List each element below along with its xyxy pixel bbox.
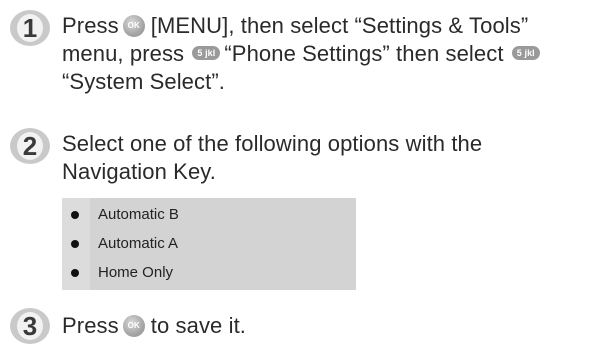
ok-key-label: OK — [127, 21, 140, 30]
ok-key-label: OK — [127, 321, 140, 330]
option-label: Home Only — [98, 264, 174, 281]
step-1-line1-pre: Press — [62, 13, 119, 38]
step-3-text: Press OK to save it. — [62, 312, 583, 340]
step-2-line-1: Select one of the following options with… — [62, 131, 483, 156]
step-badge-3-icon: 3 — [10, 308, 50, 344]
option-automatic-a: Automatic A — [62, 230, 356, 258]
step-2-line-2: Navigation Key. — [62, 159, 216, 184]
step-3: 3 Press OK to save it. — [0, 304, 593, 348]
key-5-label: 5 jkl — [197, 48, 216, 58]
step-number-3: 3 — [23, 311, 37, 341]
step-1-line-2: menu, press 5 jkl “Phone Settings” then s… — [62, 40, 583, 68]
step-number-1: 1 — [23, 13, 37, 43]
bullet-icon — [71, 240, 79, 248]
option-label: Automatic B — [98, 206, 179, 223]
options-list: Automatic B Automatic A Home Only — [62, 198, 356, 290]
key-5-label: 5 jkl — [516, 48, 535, 58]
step-2: 2 Select one of the following options wi… — [0, 124, 593, 194]
step-1-line-3: “System Select”. — [62, 69, 225, 94]
ok-key-icon: OK — [122, 15, 145, 37]
ok-key-icon: OK — [122, 315, 145, 337]
step-badge-2-icon: 2 — [10, 128, 50, 164]
step-number-badge-2: 2 — [8, 126, 52, 166]
step-number-badge-3: 3 — [8, 306, 52, 346]
step-2-text: Select one of the following options with… — [62, 130, 583, 186]
option-home-only: Home Only — [62, 259, 356, 287]
key-5-icon: 5 jkl — [511, 46, 540, 60]
bullet-icon — [71, 269, 79, 277]
step-1-line-1: Press OK [MENU], then select “Settings & T… — [62, 12, 583, 40]
option-automatic-b: Automatic B — [62, 201, 356, 229]
bullet-icon — [71, 211, 79, 219]
step-badge-1-icon: 1 — [10, 10, 50, 46]
step-1-line1-post: [MENU], then select “Settings & Tools” — [150, 13, 529, 38]
step-1: 1 Press OK [MENU], then select “Settings &… — [0, 6, 593, 106]
step-number-badge-1: 1 — [8, 8, 52, 48]
step-1-line2-mid: “Phone Settings” then select — [224, 41, 504, 66]
step-3-pre: Press — [62, 313, 119, 338]
step-number-2: 2 — [23, 131, 37, 161]
step-1-text: Press OK [MENU], then select “Settings & T… — [62, 12, 583, 96]
step-3-post: to save it. — [150, 313, 247, 338]
step-1-line2-pre: menu, press — [62, 41, 185, 66]
key-5-icon: 5 jkl — [192, 46, 221, 60]
option-label: Automatic A — [98, 235, 179, 252]
